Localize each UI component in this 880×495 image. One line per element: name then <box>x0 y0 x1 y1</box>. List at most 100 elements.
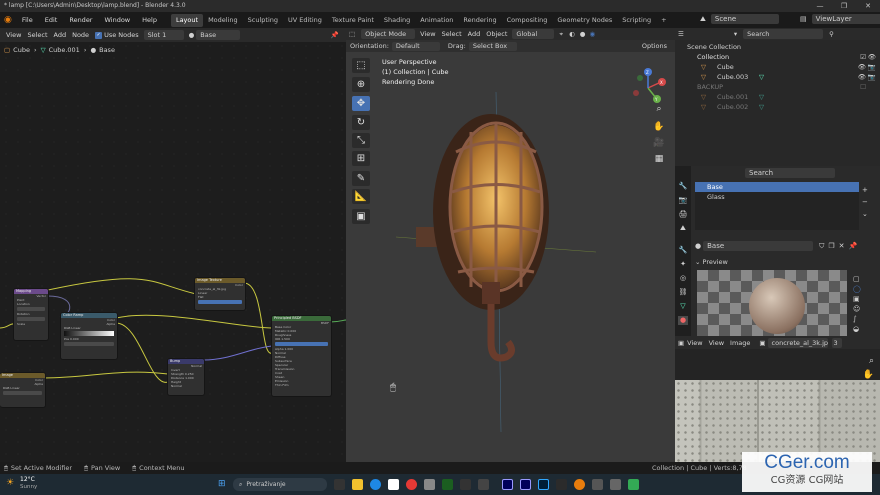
image-editor-type-icon[interactable]: ▣ <box>678 339 684 347</box>
outliner-row[interactable]: ▽ Cube.001 ▽ <box>675 92 880 102</box>
scene-tab-icon[interactable]: ⛰ <box>678 224 688 233</box>
scene-collection-label[interactable]: Scene Collection <box>687 42 741 52</box>
outliner-editor-icon[interactable]: ☰ <box>678 30 684 38</box>
shading-solid-icon[interactable]: ● <box>580 30 586 38</box>
menu-help[interactable]: Help <box>136 12 163 28</box>
node-value-field[interactable] <box>198 300 242 304</box>
app-icon[interactable] <box>424 479 435 490</box>
constraints-tab-icon[interactable]: ⛓ <box>678 288 688 297</box>
object-label[interactable]: Cube.001 <box>717 92 748 102</box>
material-datablock-field[interactable]: Base <box>703 241 814 251</box>
viewlayer-field[interactable]: ViewLayer <box>811 14 880 24</box>
photoshop-icon[interactable] <box>538 479 549 490</box>
shader-node-editor[interactable]: View Select Add Node ✓ Use Nodes Slot 1 ●… <box>0 28 346 462</box>
select-box-tool-icon[interactable]: ⬚ <box>352 58 370 73</box>
flat-preview-icon[interactable]: ▢ <box>853 274 861 284</box>
snap-icon[interactable]: ⌖ <box>559 30 563 39</box>
chrome-icon[interactable] <box>406 479 417 490</box>
tab-uv-editing[interactable]: UV Editing <box>283 14 327 27</box>
outliner-row[interactable]: ▽ Cube.003 ▽ 👁 📷 <box>675 72 880 82</box>
material-slot-selected[interactable]: Base <box>695 182 859 192</box>
principled-bsdf-node[interactable]: Principled BSDF BSDF Base Color Metallic… <box>271 315 332 397</box>
color-ramp-gradient[interactable] <box>64 331 114 336</box>
tab-scripting[interactable]: Scripting <box>617 14 656 27</box>
lamp-render[interactable] <box>396 52 596 462</box>
menu-window[interactable]: Window <box>98 12 136 28</box>
menu-file[interactable]: File <box>16 12 39 28</box>
overlay-icon[interactable]: ◐ <box>569 30 575 38</box>
taskbar-search[interactable]: ⌕ Pretraživanje <box>233 478 327 491</box>
tab-animation[interactable]: Animation <box>415 14 458 27</box>
copy-icon[interactable]: ❐ <box>828 242 834 250</box>
store-icon[interactable] <box>388 479 399 490</box>
tool-tab-icon[interactable]: 🔧 <box>678 182 688 191</box>
node-value-field[interactable] <box>275 342 328 346</box>
tab-sculpting[interactable]: Sculpting <box>243 14 283 27</box>
premiere-icon[interactable] <box>520 479 531 490</box>
viewport-canvas[interactable] <box>346 52 675 462</box>
object-label[interactable]: Cube.003 <box>717 72 748 82</box>
weather-sun-icon[interactable]: ☀ <box>6 478 14 488</box>
mapping-node[interactable]: Mapping Vector Point Location Rotation S… <box>13 288 49 341</box>
outliner-row[interactable]: ▽ Cube 👁 📷 <box>675 62 880 72</box>
blender-icon[interactable] <box>574 479 585 490</box>
particles-tab-icon[interactable]: ✦ <box>678 260 688 269</box>
close-icon[interactable]: ✕ <box>839 242 845 250</box>
hair-preview-icon[interactable]: ∫ <box>853 314 861 324</box>
maximize-button[interactable]: ❐ <box>832 0 856 12</box>
remove-slot-button[interactable]: − <box>862 196 868 208</box>
transform-orientation-dropdown[interactable]: Global <box>512 29 555 39</box>
sky-preview-icon[interactable]: ◒ <box>853 324 861 334</box>
editor-type-icon[interactable]: ⬚ <box>349 30 355 38</box>
collection-label[interactable]: BACKUP <box>697 82 723 92</box>
checkbox-icon[interactable]: ☐ <box>860 82 866 92</box>
node-value-field[interactable] <box>17 307 45 311</box>
shield-icon[interactable]: ⛉ <box>819 242 824 251</box>
viewport-view-menu[interactable]: View <box>420 30 435 38</box>
outliner-search[interactable]: Search <box>743 29 824 39</box>
annotate-tool-icon[interactable]: ✎ <box>352 171 370 186</box>
filter-icon[interactable]: ▾ <box>734 30 737 38</box>
outliner-row[interactable]: Collection ☑ 👁 <box>675 52 880 62</box>
app-icon[interactable] <box>628 479 639 490</box>
3d-viewport[interactable]: ⬚ Object Mode View Select Add Object Glo… <box>346 28 675 462</box>
minimize-button[interactable]: — <box>808 0 832 12</box>
eye-icon[interactable]: 👁 <box>868 52 876 62</box>
perspective-grid-icon[interactable]: ▦ <box>652 152 666 166</box>
image-users-count[interactable]: 3 <box>831 337 842 348</box>
pan-hand-icon[interactable]: ✋ <box>863 370 874 380</box>
add-workspace-button[interactable]: + <box>656 14 671 27</box>
image-editor[interactable]: ▣ View View Image ▣ concrete_al_3k.jpg 3… <box>675 336 880 462</box>
collection-label[interactable]: Collection <box>697 52 729 62</box>
app-icon[interactable] <box>610 479 621 490</box>
tab-texture-paint[interactable]: Texture Paint <box>327 14 379 27</box>
measure-tool-icon[interactable]: 📐 <box>352 189 370 204</box>
edge-icon[interactable] <box>370 479 381 490</box>
properties-editor[interactable]: 🔧 📷 🖨 ⛰ 🔧 ✦ ◎ ⛓ ▽ ● Search Base Glass + … <box>675 166 880 336</box>
transform-tool-icon[interactable]: ⊞ <box>352 151 370 166</box>
camera-icon[interactable]: 📷 <box>868 72 876 82</box>
outliner-row[interactable]: Scene Collection <box>675 42 880 52</box>
menu-edit[interactable]: Edit <box>39 12 64 28</box>
image-texture-node[interactable]: Image Texture Color concrete_al_3k.jpg L… <box>194 277 246 311</box>
menu-render[interactable]: Render <box>63 12 98 28</box>
shading-material-icon[interactable]: ◉ <box>589 30 595 38</box>
weather-temp[interactable]: 12°C <box>20 476 35 483</box>
scene-field[interactable]: Scene <box>710 14 779 24</box>
material-tab-icon[interactable]: ● <box>678 316 688 325</box>
tab-geometry-nodes[interactable]: Geometry Nodes <box>552 14 617 27</box>
properties-search[interactable]: Search <box>745 168 835 178</box>
close-button[interactable]: ✕ <box>856 0 880 12</box>
task-view-icon[interactable] <box>334 479 345 490</box>
zoom-icon[interactable]: ⌕ <box>869 356 874 366</box>
node-value-field[interactable] <box>64 342 114 346</box>
app-icon[interactable] <box>460 479 471 490</box>
pan-hand-icon[interactable]: ✋ <box>652 120 666 134</box>
checkbox-icon[interactable]: ☑ <box>860 52 866 62</box>
windows-start-icon[interactable]: ⊞ <box>218 479 226 489</box>
node-value-field[interactable] <box>17 317 45 321</box>
image-browse-icon[interactable]: ▣ <box>759 339 765 347</box>
color-ramp-node[interactable]: Color Ramp Color Alpha RGB Linear Pos 0.… <box>60 312 118 360</box>
app-icon[interactable] <box>592 479 603 490</box>
bump-node[interactable]: Bump Normal Invert Strength 0.250 Distan… <box>167 358 205 396</box>
